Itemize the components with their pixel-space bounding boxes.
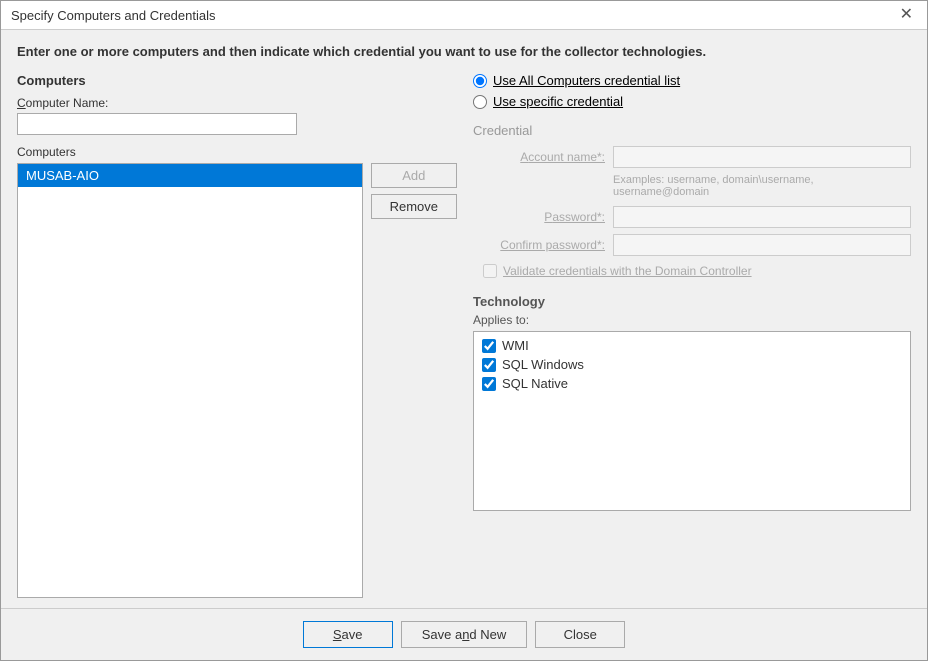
dialog: Specify Computers and Credentials ✕ Ente… [0, 0, 928, 661]
computers-list[interactable]: MUSAB-AIO [17, 163, 363, 598]
computer-name-input[interactable] [17, 113, 297, 135]
credential-section: Credential Account name*: Examples: user… [473, 123, 911, 278]
tech-item-wmi: WMI [482, 338, 902, 353]
technology-list: WMI SQL Windows SQL Native [473, 331, 911, 511]
credential-title: Credential [473, 123, 911, 138]
confirm-password-row: Confirm password*: [473, 234, 911, 256]
save-button[interactable]: Save [303, 621, 393, 648]
right-panel: Use All Computers credential list Use sp… [473, 73, 911, 598]
technology-section: Technology Applies to: WMI SQL Windows [473, 294, 911, 511]
account-name-label: Account name*: [473, 150, 613, 164]
credential-radio-group: Use All Computers credential list Use sp… [473, 73, 911, 109]
dialog-body: Enter one or more computers and then ind… [1, 30, 927, 608]
examples-text: Examples: username, domain\username, use… [613, 174, 911, 198]
confirm-password-input[interactable] [613, 234, 911, 256]
main-content: Computers Computer Name: Computers MUSAB… [17, 73, 911, 598]
applies-to-label: Applies to: [473, 313, 911, 327]
use-all-label: Use All Computers credential list [493, 73, 680, 88]
use-specific-radio-row: Use specific credential [473, 94, 911, 109]
use-all-radio-row: Use All Computers credential list [473, 73, 911, 88]
validate-label: Validate credentials with the Domain Con… [503, 264, 752, 278]
computers-list-label: Computers [17, 145, 457, 159]
sql-native-checkbox[interactable] [482, 377, 496, 391]
dialog-footer: Save Save and New Close [1, 608, 927, 660]
use-specific-radio[interactable] [473, 95, 487, 109]
validate-checkbox[interactable] [483, 264, 497, 278]
wmi-label: WMI [502, 338, 529, 353]
wmi-checkbox[interactable] [482, 339, 496, 353]
left-panel: Computers Computer Name: Computers MUSAB… [17, 73, 457, 598]
sql-windows-checkbox[interactable] [482, 358, 496, 372]
tech-item-sql-windows: SQL Windows [482, 357, 902, 372]
save-and-new-button[interactable]: Save and New [401, 621, 528, 648]
password-label: Password*: [473, 210, 613, 224]
remove-button[interactable]: Remove [371, 194, 457, 219]
buttons-col: Add Remove [371, 163, 457, 598]
add-button[interactable]: Add [371, 163, 457, 188]
close-icon[interactable]: ✕ [896, 7, 917, 23]
intro-text: Enter one or more computers and then ind… [17, 44, 911, 59]
account-name-row: Account name*: [473, 146, 911, 168]
sql-windows-label: SQL Windows [502, 357, 584, 372]
dialog-title: Specify Computers and Credentials [11, 8, 216, 23]
validate-row: Validate credentials with the Domain Con… [483, 264, 911, 278]
computers-row: MUSAB-AIO Add Remove [17, 163, 457, 598]
technology-title: Technology [473, 294, 911, 309]
password-input[interactable] [613, 206, 911, 228]
account-name-input[interactable] [613, 146, 911, 168]
use-all-radio[interactable] [473, 74, 487, 88]
title-bar: Specify Computers and Credentials ✕ [1, 1, 927, 30]
password-row: Password*: [473, 206, 911, 228]
use-specific-label: Use specific credential [493, 94, 623, 109]
list-item[interactable]: MUSAB-AIO [18, 164, 362, 187]
sql-native-label: SQL Native [502, 376, 568, 391]
computer-name-label: Computer Name: [17, 96, 457, 110]
computers-section-label: Computers [17, 73, 457, 88]
close-button[interactable]: Close [535, 621, 625, 648]
confirm-password-label: Confirm password*: [473, 238, 613, 252]
tech-item-sql-native: SQL Native [482, 376, 902, 391]
